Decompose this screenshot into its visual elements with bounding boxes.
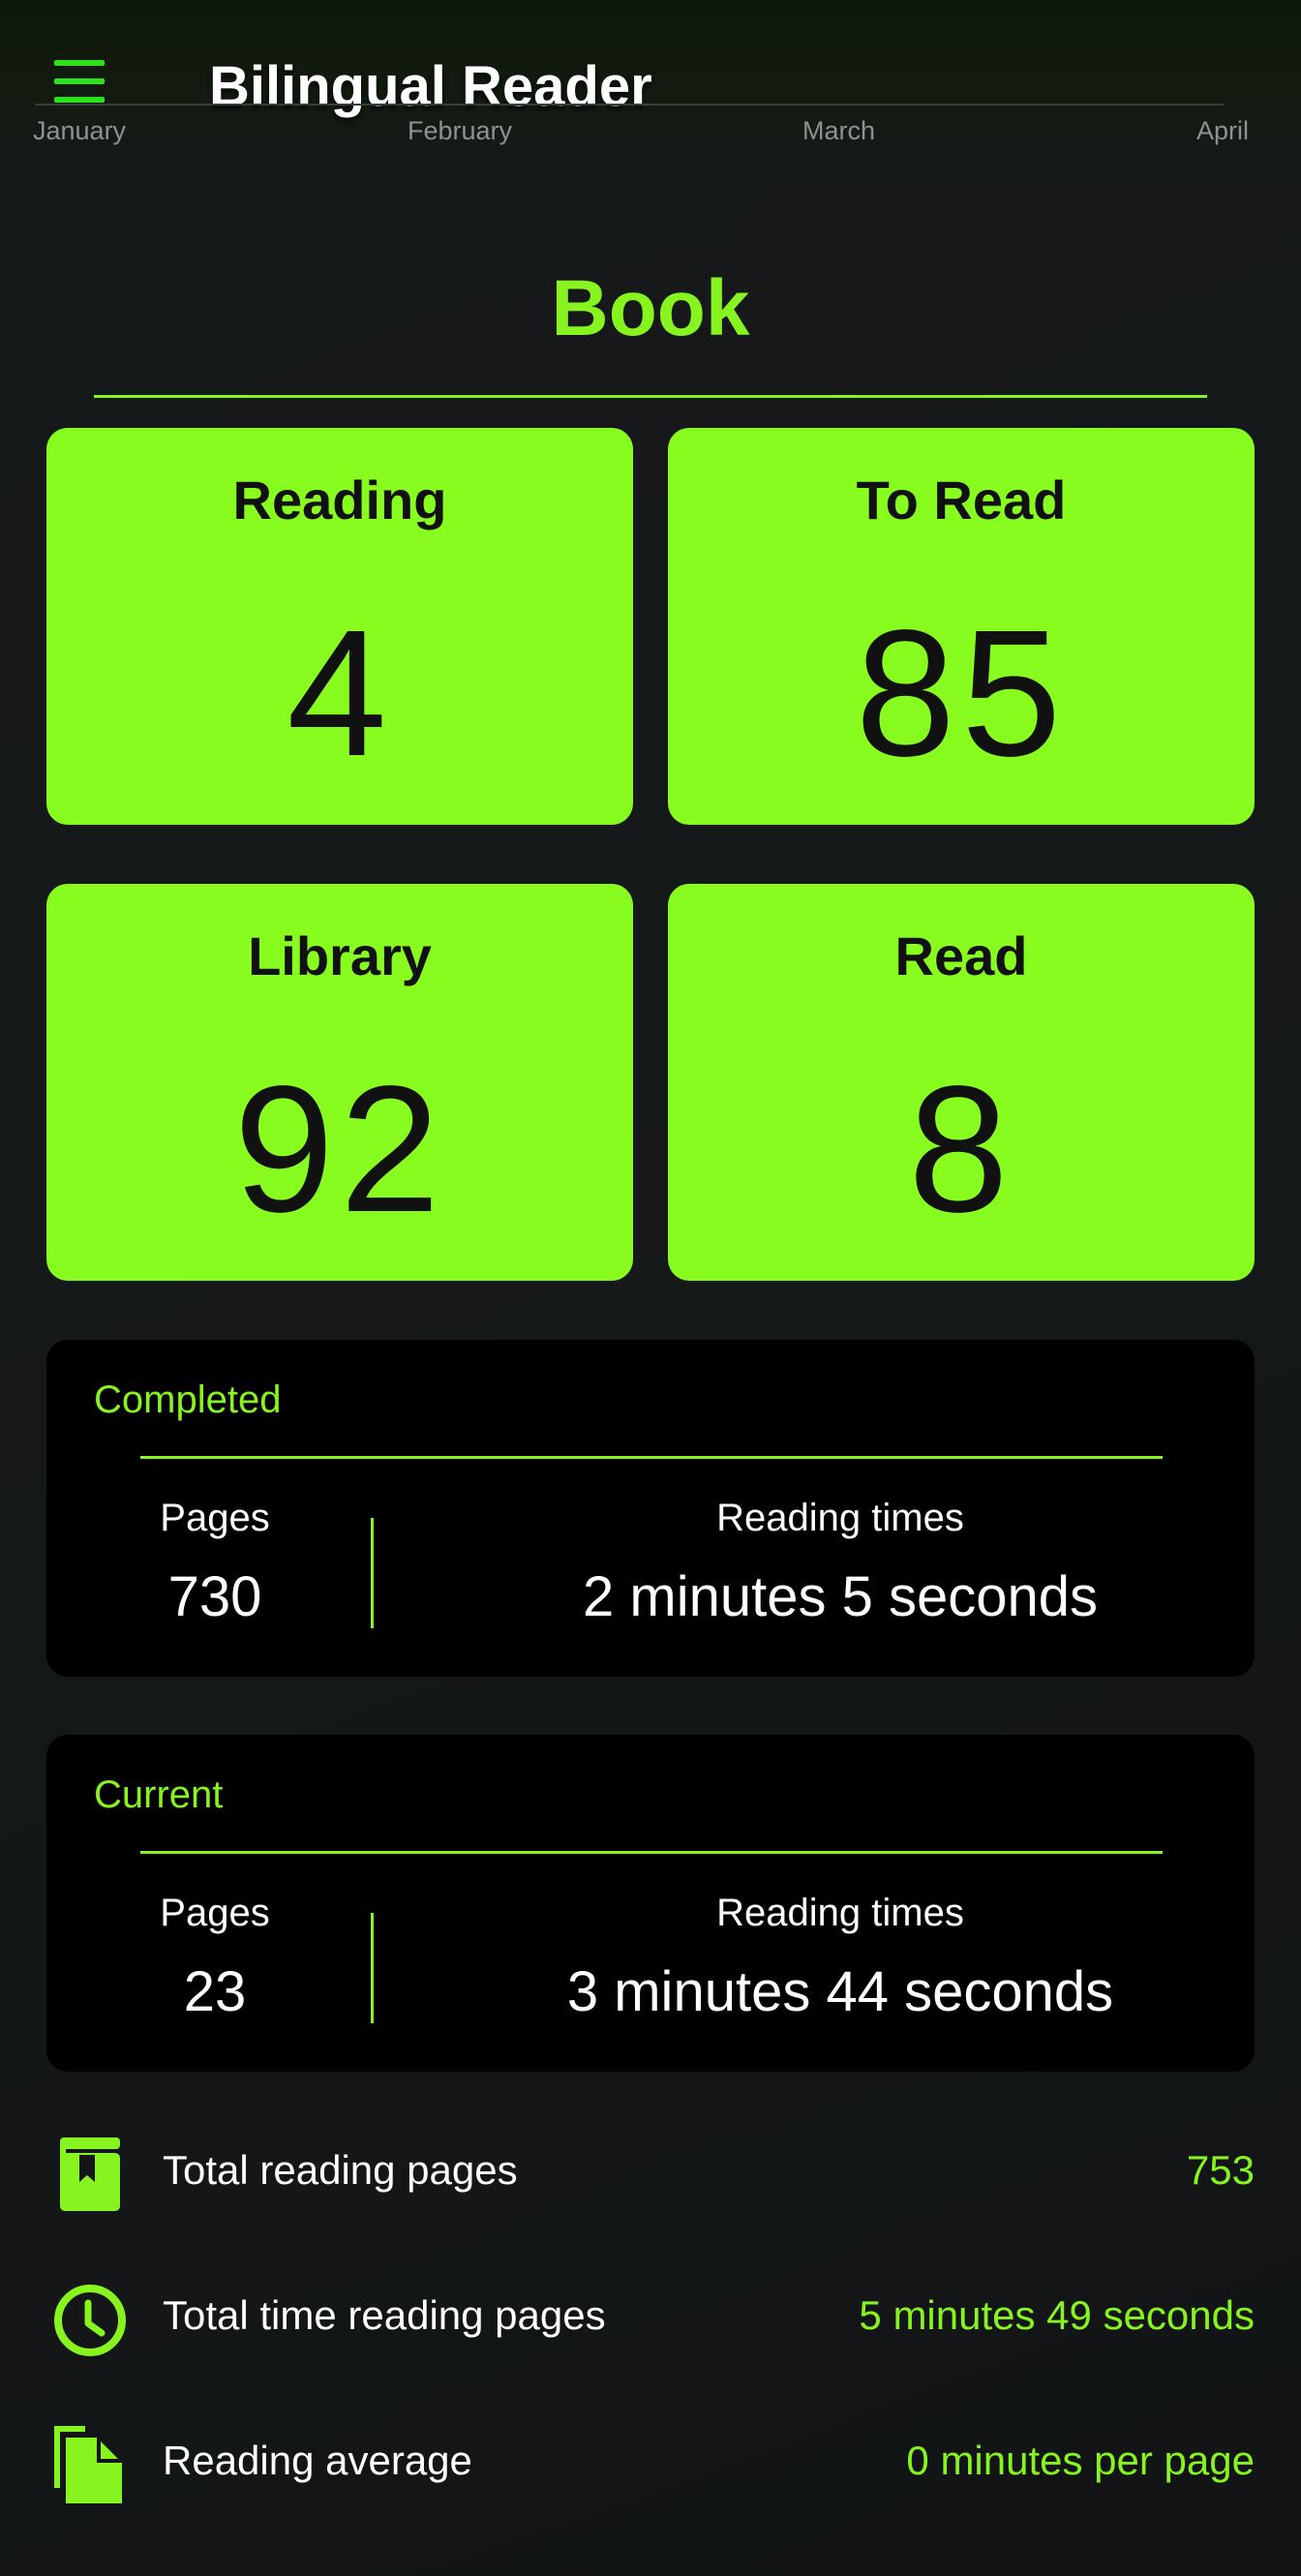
section-divider [94,395,1207,398]
tile-value: 85 [855,593,1068,794]
hamburger-menu-icon[interactable] [50,56,112,106]
tile-library[interactable]: Library 92 [46,884,633,1281]
timeline-axis [35,104,1224,106]
clock-icon [46,2275,134,2362]
app-bar: Bilingual Reader January February March … [0,0,1301,184]
section-title: Book [551,264,750,352]
row-label: Total time reading pages [163,2292,606,2338]
row-value: 5 minutes 49 seconds [859,2292,1255,2338]
card-title: Current [94,1773,224,1816]
row-value: 753 [1186,2147,1255,2193]
tile-value: 8 [908,1049,1014,1250]
statistics-screen: Bilingual Reader January February March … [0,0,1301,2576]
reading-average-row: Reading average 0 minutes per page [46,2409,1255,2525]
pages-label: Pages [160,1892,270,1934]
app-title: Bilingual Reader [209,55,652,118]
month-label-february: February [408,116,513,145]
pages-value: 23 [183,1960,247,2023]
tile-label: Library [248,925,432,986]
total-time-row: Total time reading pages 5 minutes 49 se… [46,2263,1255,2379]
card-divider [140,1456,1163,1459]
current-card: Current Pages 23 Reading times 3 minutes… [46,1735,1255,2072]
pages-label: Pages [160,1497,270,1539]
total-pages-row: Total reading pages 753 [46,2118,1255,2234]
card-divider [140,1851,1163,1854]
tile-read[interactable]: Read 8 [668,884,1255,1281]
completed-card: Completed Pages 730 Reading times 2 minu… [46,1340,1255,1677]
tile-value: 4 [287,593,393,794]
tile-reading[interactable]: Reading 4 [46,428,633,825]
tile-label: Read [894,925,1028,986]
row-value: 0 minutes per page [906,2438,1255,2483]
book-icon [46,2130,134,2217]
row-label: Total reading pages [163,2147,518,2193]
month-label-april: April [1196,116,1250,145]
card-title: Completed [94,1379,282,1421]
column-divider [371,1518,374,1628]
reading-times-value: 3 minutes 44 seconds [566,1960,1114,2023]
tile-to-read[interactable]: To Read 85 [668,428,1255,825]
month-label-january: January [33,116,127,145]
reading-times-label: Reading times [716,1497,964,1539]
tile-label: To Read [856,470,1067,530]
month-label-march: March [802,116,876,145]
tile-label: Reading [232,470,447,530]
row-label: Reading average [163,2438,472,2483]
pages-value: 730 [167,1565,262,1628]
tile-value: 92 [233,1049,446,1250]
column-divider [371,1913,374,2023]
pages-icon [46,2420,134,2507]
reading-times-value: 2 minutes 5 seconds [583,1565,1098,1628]
reading-times-label: Reading times [716,1892,964,1934]
